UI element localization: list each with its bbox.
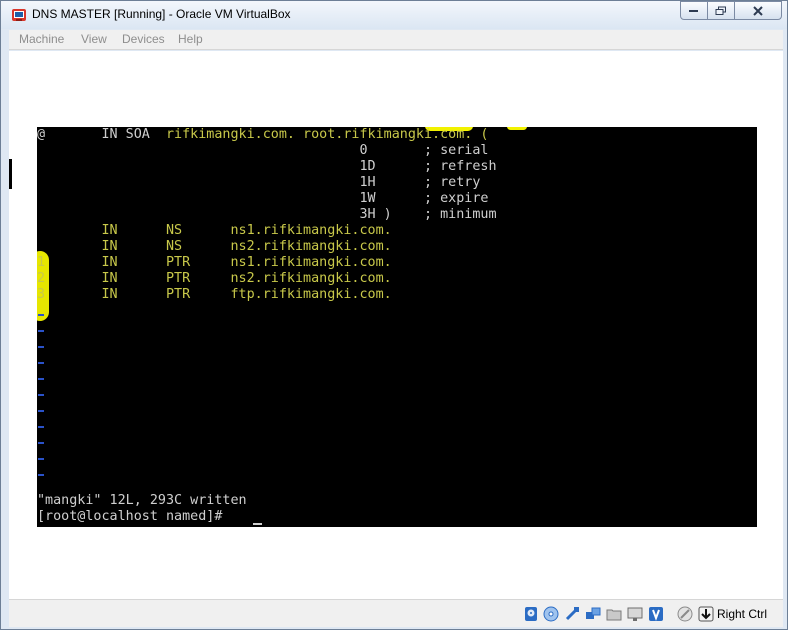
menu-devices[interactable]: Devices xyxy=(122,32,165,46)
shell-prompt[interactable]: [root@localhost named]# xyxy=(37,509,757,525)
text-cursor xyxy=(253,523,262,525)
hard-disk-icon[interactable] xyxy=(523,606,539,622)
keyboard-capture-icon[interactable] xyxy=(698,606,714,622)
zone-file-text: rifkimangki.com. root.rifkimangki.com. ( xyxy=(166,127,489,142)
status-bar: Right Ctrl xyxy=(9,599,783,627)
empty-line-marker xyxy=(38,346,44,348)
zone-file-text: 2 IN PTR ns2.rifkimangki.com. xyxy=(37,271,392,286)
zone-file-line: 3H ) ; minimum xyxy=(37,207,757,223)
zone-file-line: @ IN SOA rifkimangki.com. root.rifkimang… xyxy=(37,127,757,143)
empty-line-marker xyxy=(38,474,44,476)
zone-file-line: 1 IN PTR ns1.rifkimangki.com. xyxy=(37,255,757,271)
network-icon[interactable] xyxy=(585,606,601,622)
empty-line-marker xyxy=(38,378,44,380)
video-capture-icon[interactable] xyxy=(648,606,664,622)
display-icon[interactable] xyxy=(627,606,643,622)
empty-line-marker xyxy=(38,362,44,364)
save-status-message: "mangki" 12L, 293C written xyxy=(37,493,247,508)
empty-line-marker xyxy=(38,314,44,316)
empty-line-marker xyxy=(38,410,44,412)
zone-file-line: 1D ; refresh xyxy=(37,159,757,175)
close-button[interactable] xyxy=(734,1,782,20)
zone-file-line: IN NS ns1.rifkimangki.com. xyxy=(37,223,757,239)
menu-bar: Machine View Devices Help xyxy=(9,30,783,50)
zone-file-line: 3 IN PTR ftp.rifkimangki.com. xyxy=(37,287,757,303)
zone-file-text: 3H ) ; minimum xyxy=(37,207,497,222)
window-edge-mark xyxy=(9,159,12,189)
virtualbox-window: DNS MASTER [Running] - Oracle VM Virtual… xyxy=(0,0,788,630)
zone-file-line: 2 IN PTR ns2.rifkimangki.com. xyxy=(37,271,757,287)
zone-file-text: 1 IN PTR ns1.rifkimangki.com. xyxy=(37,255,392,270)
usb-icon[interactable] xyxy=(564,606,580,622)
zone-file-line: 0 ; serial xyxy=(37,143,757,159)
zone-file-text: 3 IN PTR ftp.rifkimangki.com. xyxy=(37,287,392,302)
optical-drive-icon[interactable] xyxy=(543,606,559,622)
prompt-text: [root@localhost named]# xyxy=(37,509,231,524)
zone-file-text: IN NS ns1.rifkimangki.com. xyxy=(37,223,392,238)
host-key-label: Right Ctrl xyxy=(717,607,768,621)
empty-line-marker xyxy=(38,426,44,428)
empty-line-marker xyxy=(38,394,44,396)
menu-help[interactable]: Help xyxy=(178,32,203,46)
empty-line-marker xyxy=(38,442,44,444)
maximize-button[interactable] xyxy=(707,1,735,20)
zone-file-text: 0 ; serial xyxy=(37,143,489,158)
shared-folders-icon[interactable] xyxy=(606,606,622,622)
window-title: DNS MASTER [Running] - Oracle VM Virtual… xyxy=(32,7,291,21)
zone-file-text: IN NS ns2.rifkimangki.com. xyxy=(37,239,392,254)
zone-file-text: @ IN SOA xyxy=(37,127,166,142)
minimize-icon xyxy=(689,9,698,12)
empty-line-marker xyxy=(38,458,44,460)
mouse-integration-icon[interactable] xyxy=(677,606,693,622)
guest-console-screen[interactable]: @ IN SOA rifkimangki.com. root.rifkimang… xyxy=(37,127,757,527)
zone-file-text: 1D ; refresh xyxy=(37,159,497,174)
virtualbox-app-icon xyxy=(11,7,27,23)
title-bar[interactable]: DNS MASTER [Running] - Oracle VM Virtual… xyxy=(1,1,787,29)
restore-icon xyxy=(715,6,726,15)
minimize-button[interactable] xyxy=(680,1,708,20)
menu-view[interactable]: View xyxy=(81,32,107,46)
close-icon xyxy=(753,5,763,16)
menu-machine[interactable]: Machine xyxy=(19,32,64,46)
empty-line-marker xyxy=(38,330,44,332)
vm-display-area[interactable]: @ IN SOA rifkimangki.com. root.rifkimang… xyxy=(9,51,783,599)
zone-file-line: IN NS ns2.rifkimangki.com. xyxy=(37,239,757,255)
zone-file-text: 1W ; expire xyxy=(37,191,489,206)
zone-file-line: 1H ; retry xyxy=(37,175,757,191)
zone-file-text: 1H ; retry xyxy=(37,175,481,190)
zone-file-line: 1W ; expire xyxy=(37,191,757,207)
